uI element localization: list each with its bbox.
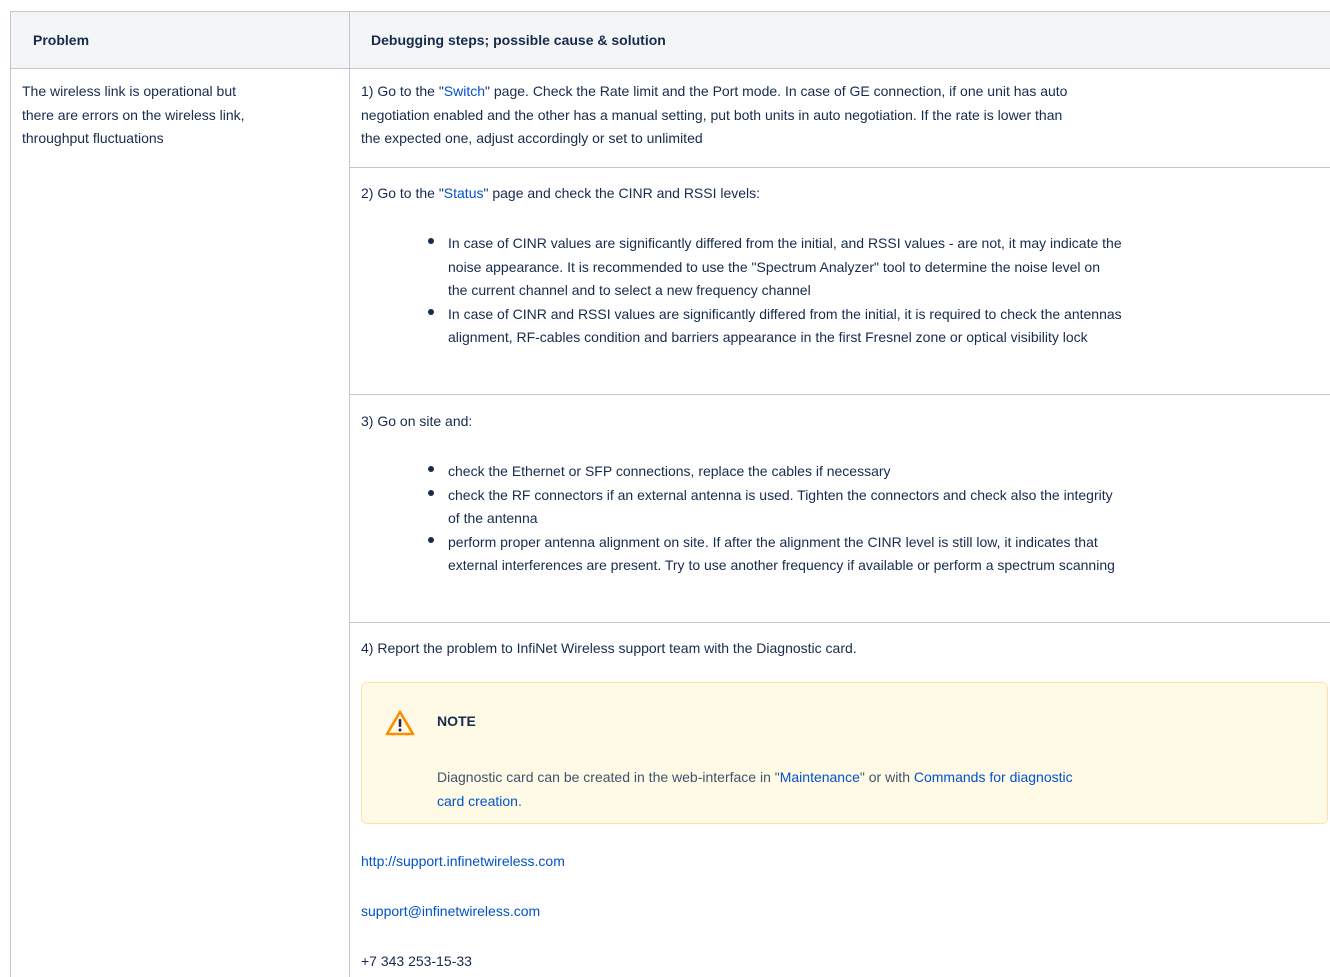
column-divider xyxy=(349,11,350,977)
step4-intro: 4) Report the problem to InfiNet Wireles… xyxy=(361,640,857,656)
list-item: check the RF connectors if an external a… xyxy=(428,484,1328,531)
warning-icon xyxy=(385,710,415,736)
note-panel: NOTE Diagnostic card can be created in t… xyxy=(361,682,1328,824)
list-item: In case of CINR and RSSI values are sign… xyxy=(428,303,1328,350)
step1-cell: 1) Go to the "Switch" page. Check the Ra… xyxy=(361,80,1321,151)
problem-line: throughput fluctuations xyxy=(22,130,164,146)
list-item: perform proper antenna alignment on site… xyxy=(428,531,1328,578)
support-url-line: http://support.infinetwireless.com xyxy=(361,850,565,874)
table-header xyxy=(10,12,1330,68)
step3-border xyxy=(350,622,1330,623)
step1-line: the expected one, adjust accordingly or … xyxy=(361,130,703,146)
step2-intro: 2) Go to the "Status" page and check the… xyxy=(361,182,1321,206)
header-bottom-border xyxy=(10,68,1330,69)
support-email-link[interactable]: support@infinetwireless.com xyxy=(361,903,540,919)
list-item: check the Ethernet or SFP connections, r… xyxy=(428,460,1328,484)
problem-line: there are errors on the wireless link, xyxy=(22,106,245,123)
step1-border xyxy=(350,167,1330,168)
step2-border xyxy=(350,394,1330,395)
step3-intro: 3) Go on site and: xyxy=(361,413,473,429)
step3-bullet-list: check the Ethernet or SFP connections, r… xyxy=(428,460,1328,578)
support-phone: +7 343 253-15-33 xyxy=(361,953,472,969)
step2-bullet-list: In case of CINR values are significantly… xyxy=(428,232,1328,350)
problem-line: The wireless link is operational but xyxy=(22,83,236,99)
list-item: In case of CINR values are significantly… xyxy=(428,232,1328,303)
header-problem: Problem xyxy=(33,32,90,48)
header-debugging-steps: Debugging steps; possible cause & soluti… xyxy=(371,32,666,48)
step1-line: negotiation enabled and the other has a … xyxy=(361,106,1063,123)
maintenance-link[interactable]: Maintenance xyxy=(780,769,860,785)
table-top-border xyxy=(10,11,1330,12)
step2-prefix: 2) Go to the " xyxy=(361,185,444,201)
troubleshooting-table: Problem Debugging steps; possible cause … xyxy=(0,0,1330,977)
status-link[interactable]: Status xyxy=(444,185,484,201)
switch-link[interactable]: Switch xyxy=(444,83,485,99)
table-left-border xyxy=(10,11,11,977)
note-title: NOTE xyxy=(437,713,476,729)
support-url-link[interactable]: http://support.infinetwireless.com xyxy=(361,853,565,869)
support-email-line: support@infinetwireless.com xyxy=(361,900,540,924)
step2-suffix: " page and check the CINR and RSSI level… xyxy=(483,185,761,201)
note-body: Diagnostic card can be created in the we… xyxy=(437,769,1073,809)
problem-cell: The wireless link is operational but the… xyxy=(22,80,340,151)
step1-suffix: " page. Check the Rate limit and the Por… xyxy=(485,83,1068,99)
step1-prefix: 1) Go to the " xyxy=(361,83,444,99)
step1-line: 1) Go to the "Switch" page. Check the Ra… xyxy=(361,80,1321,104)
